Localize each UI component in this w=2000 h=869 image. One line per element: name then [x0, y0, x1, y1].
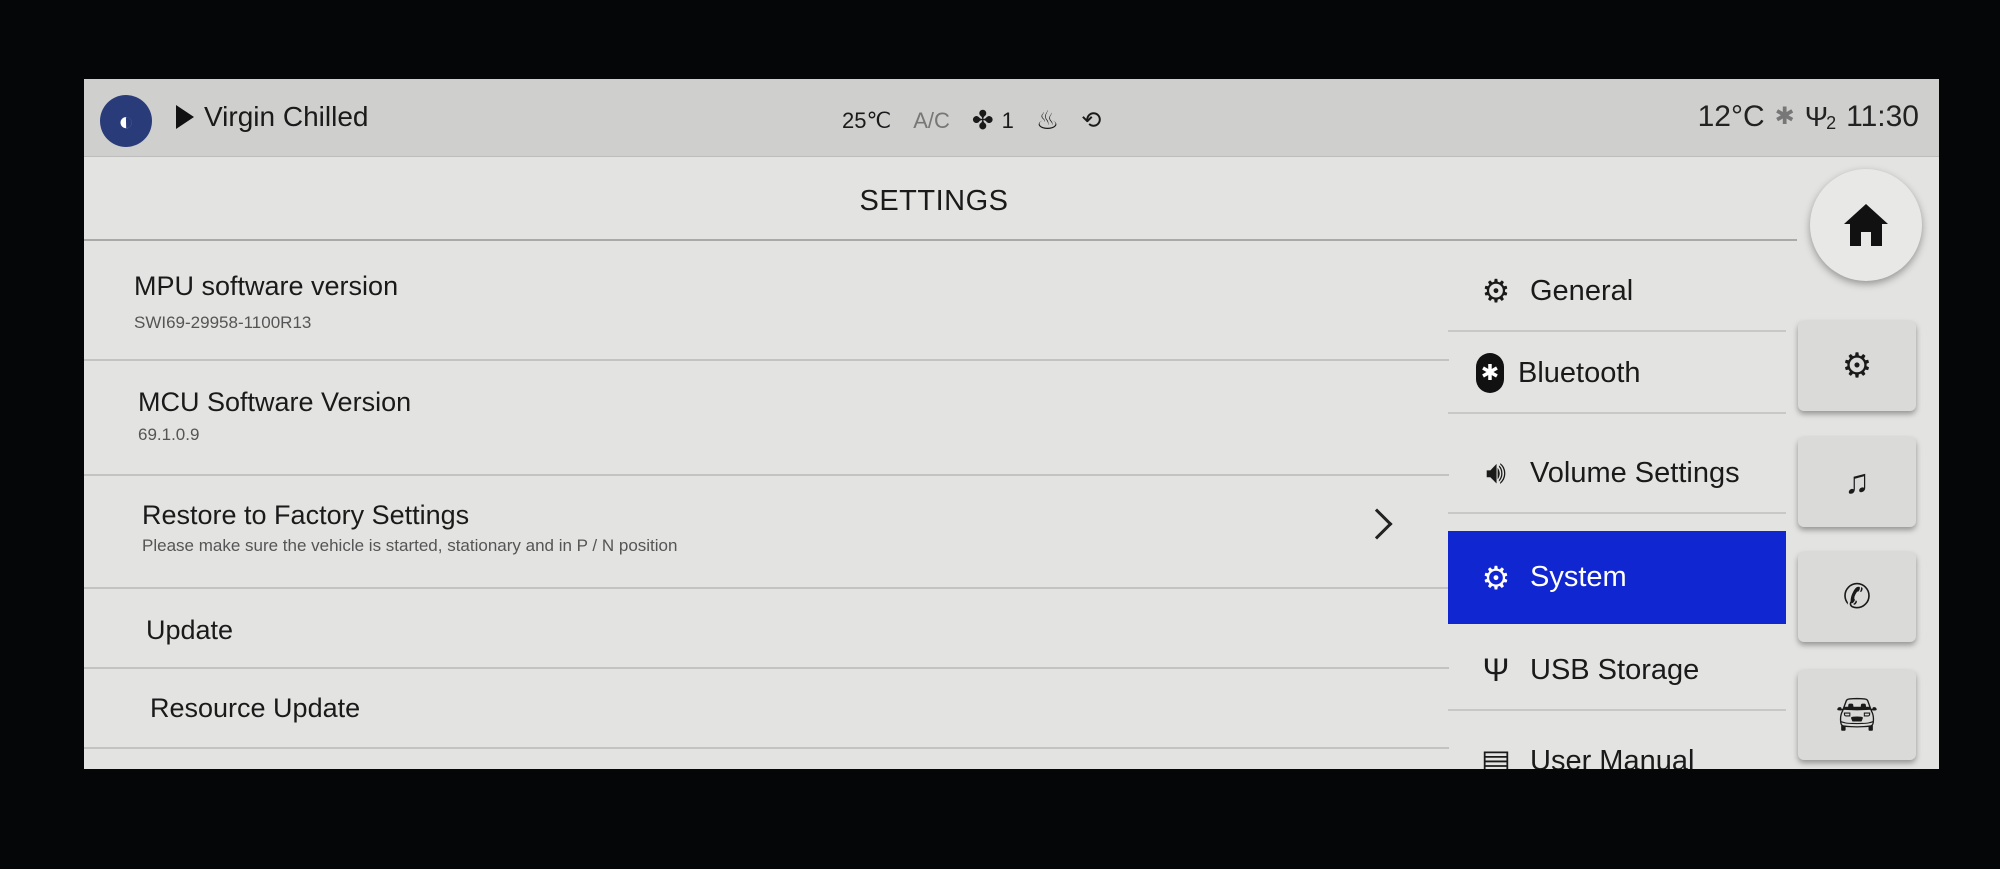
menu-label: System — [1530, 561, 1627, 593]
settings-row-mcu-version: MCU Software Version 69.1.0.9 — [84, 361, 1449, 476]
system-status: 12°C ✱ Ψ 2 11:30 — [1698, 99, 1919, 134]
recirculation-icon: ⟲ — [1081, 107, 1102, 134]
menu-item-usb-storage[interactable]: Ψ USB Storage — [1448, 631, 1786, 711]
seat-heat-icon: ♨ — [1035, 105, 1060, 135]
home-icon — [1844, 204, 1888, 246]
cabin-temp: 25℃ — [842, 107, 892, 133]
phone-button[interactable]: ✆ — [1798, 552, 1916, 642]
gears-icon: ⚙ — [1481, 559, 1511, 596]
page-title: SETTINGS — [859, 185, 1009, 217]
settings-row-update[interactable]: Update — [84, 589, 1449, 669]
outside-temp: 12°C — [1697, 99, 1765, 133]
row-title: Update — [146, 615, 234, 645]
music-button[interactable]: ♫ — [1798, 437, 1916, 527]
row-title: Restore to Factory Settings — [142, 500, 470, 530]
ac-label: A/C — [913, 107, 950, 133]
bluetooth-icon: ✱ — [1774, 103, 1795, 130]
home-button[interactable] — [1810, 169, 1922, 281]
menu-item-volume-settings[interactable]: 🔊︎ Volume Settings — [1448, 434, 1786, 514]
row-title: MPU software version — [134, 271, 399, 301]
row-subtitle: Please make sure the vehicle is started,… — [142, 536, 678, 555]
menu-label: Volume Settings — [1530, 456, 1740, 489]
infotainment-screen: ◐ Virgin Chilled 25℃ A/C ✤ 1 ♨ ⟲ 12°C ✱ … — [84, 79, 1939, 769]
document-icon: ▤ — [1480, 743, 1512, 769]
settings-button[interactable]: ⚙ — [1798, 321, 1916, 411]
row-subtitle: SWI69-29958-1100R13 — [134, 313, 312, 332]
menu-item-general[interactable]: ⚙ General — [1448, 252, 1786, 332]
media-title: Virgin Chilled — [204, 101, 369, 132]
menu-label: User Manual — [1530, 744, 1695, 770]
row-title: Resource Update — [150, 693, 361, 723]
gear-icon: ⚙ — [1841, 347, 1873, 385]
usb-icon: Ψ — [1804, 100, 1829, 132]
menu-item-user-manual[interactable]: ▤ User Manual — [1448, 721, 1786, 769]
now-playing[interactable]: Virgin Chilled — [176, 101, 368, 133]
play-icon — [176, 105, 194, 129]
usb-icon: Ψ — [1482, 651, 1510, 688]
menu-item-system[interactable]: ⚙ System — [1448, 531, 1786, 624]
status-bar: ◐ Virgin Chilled 25℃ A/C ✤ 1 ♨ ⟲ 12°C ✱ … — [84, 79, 1939, 157]
fan-speed: 1 — [1001, 107, 1014, 133]
menu-label: General — [1530, 274, 1634, 307]
settings-row-resource-update[interactable]: Resource Update — [84, 669, 1449, 749]
clock: 11:30 — [1846, 99, 1919, 133]
settings-row-mpu-version: MPU software version SWI69-29958-1100R13 — [84, 241, 1449, 361]
menu-label: Bluetooth — [1518, 356, 1641, 389]
menu-item-bluetooth[interactable]: ✱ Bluetooth — [1448, 334, 1786, 414]
music-icon: ♫ — [1844, 462, 1870, 501]
climate-status[interactable]: 25℃ A/C ✤ 1 ♨ ⟲ — [842, 105, 1101, 136]
usb-count: 2 — [1826, 113, 1837, 133]
gear-icon: ⚙ — [1481, 273, 1511, 309]
row-title: MCU Software Version — [138, 387, 412, 417]
menu-label: USB Storage — [1530, 653, 1700, 686]
settings-row-restore-factory[interactable]: Restore to Factory Settings Please make … — [84, 476, 1449, 589]
phone-icon: ✆ — [1842, 578, 1872, 616]
radio-icon[interactable]: ◐ — [100, 95, 152, 147]
row-subtitle: 69.1.0.9 — [138, 425, 200, 444]
speaker-icon: 🔊︎ — [1485, 454, 1507, 490]
car-icon: 🚘︎ — [1835, 696, 1879, 734]
vehicle-button[interactable]: 🚘︎ — [1798, 670, 1916, 760]
bluetooth-icon: ✱ — [1476, 353, 1504, 393]
fan-icon: ✤ — [971, 105, 994, 135]
